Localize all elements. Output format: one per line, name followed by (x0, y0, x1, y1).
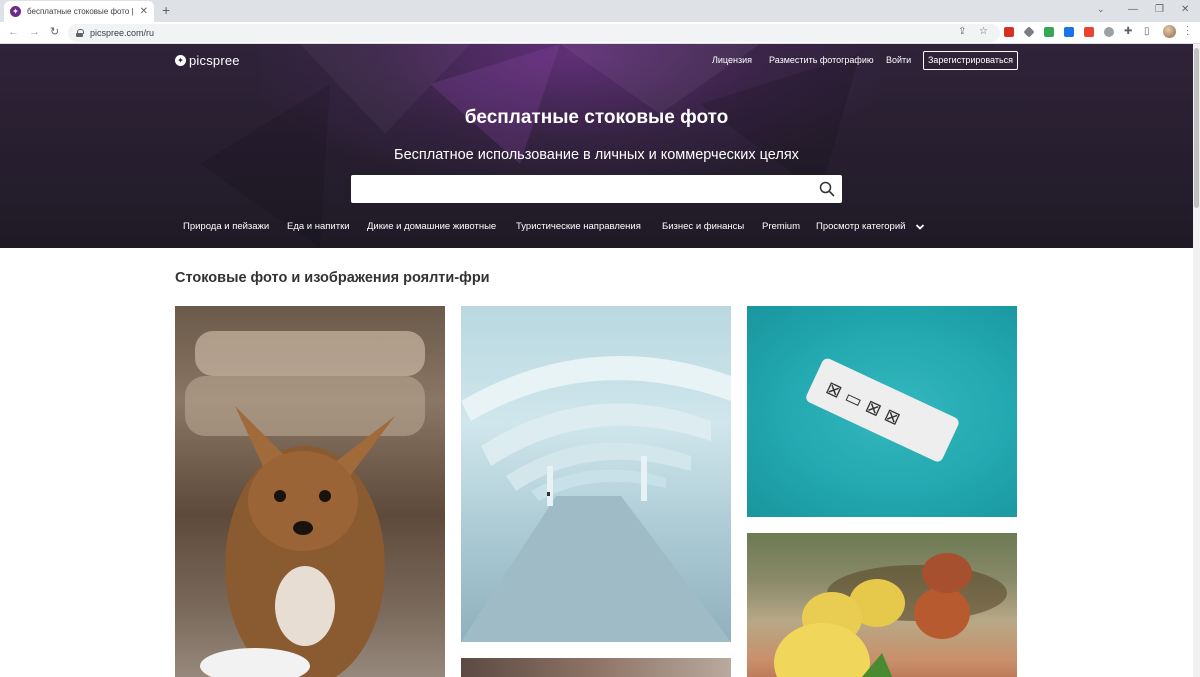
photo-chihuahua-puppy[interactable] (175, 306, 445, 677)
logo-text: picspree (189, 53, 240, 68)
hero-banner: ✦ picspree Лицензия Разместить фотографи… (0, 44, 1193, 248)
category-premium[interactable]: Premium (762, 221, 800, 232)
category-travel[interactable]: Туристические направления (516, 221, 641, 232)
picspree-logo[interactable]: ✦ picspree (175, 53, 240, 68)
category-food[interactable]: Еда и напитки (287, 221, 350, 232)
category-browse-all[interactable]: Просмотр категорий (816, 221, 905, 232)
search-box (351, 175, 842, 203)
page-scrollbar[interactable] (1193, 44, 1200, 677)
browser-menu-icon[interactable]: · · · (1186, 22, 1189, 40)
site-favicon-icon: ✦ (10, 6, 21, 17)
lock-icon (76, 29, 84, 37)
browser-toolbar: ← → ↻ picspree.com/ru ⇪ ☆ (0, 22, 1200, 44)
profile-avatar[interactable] (1163, 25, 1176, 38)
tab-title: бесплатные стоковые фото | сто (27, 7, 136, 16)
nav-license-link[interactable]: Лицензия (712, 55, 752, 65)
category-animals[interactable]: Дикие и домашние животные (367, 221, 496, 232)
category-nature[interactable]: Природа и пейзажи (183, 221, 269, 232)
hero-title: бесплатные стоковые фото (464, 107, 729, 128)
tab-search-chevron-icon[interactable]: ⌄ (1097, 4, 1105, 15)
reload-icon[interactable]: ↻ (50, 26, 59, 38)
search-input[interactable] (357, 179, 807, 199)
forward-icon[interactable]: → (29, 26, 40, 38)
extension-blue-icon[interactable] (1064, 27, 1074, 37)
side-panel-icon[interactable]: ▯ (1144, 26, 1150, 37)
photo-white-arches-corridor[interactable] (461, 306, 731, 642)
close-window-icon[interactable]: ✕ (1181, 4, 1189, 15)
extension-circle-icon[interactable] (1104, 27, 1114, 37)
photo-lemons-and-fruit[interactable] (747, 533, 1017, 677)
extension-red-icon[interactable] (1084, 27, 1094, 37)
page-viewport: ✦ picspree Лицензия Разместить фотографи… (0, 44, 1193, 677)
url-text: picspree.com/ru (90, 28, 155, 38)
nav-login-link[interactable]: Войти (886, 55, 911, 65)
restore-icon[interactable]: ❐ (1155, 4, 1164, 15)
logo-mark-icon: ✦ (175, 55, 186, 66)
new-tab-icon[interactable]: + (162, 3, 170, 17)
hero-subtitle: Бесплатное использование в личных и комм… (394, 147, 799, 163)
scrollbar-thumb[interactable] (1194, 48, 1199, 208)
search-icon[interactable] (819, 181, 835, 197)
browser-window: ✦ бесплатные стоковые фото | сто ✕ + ⌄ —… (0, 0, 1200, 677)
bookmark-star-icon[interactable]: ☆ (979, 26, 988, 37)
category-business[interactable]: Бизнес и финансы (662, 221, 744, 232)
hero-background-shapes (200, 44, 860, 248)
extensions-puzzle-icon[interactable]: ✚ (1124, 26, 1132, 37)
photo-partial-bottom[interactable] (461, 658, 731, 677)
nav-upload-link[interactable]: Разместить фотографию (769, 55, 874, 65)
browser-tab[interactable]: ✦ бесплатные стоковые фото | сто ✕ (4, 1, 154, 22)
gmail-extension-icon[interactable] (1004, 27, 1014, 37)
tab-strip: ✦ бесплатные стоковые фото | сто ✕ + ⌄ —… (0, 0, 1200, 22)
tab-close-icon[interactable]: ✕ (140, 6, 148, 17)
minimize-icon[interactable]: — (1128, 4, 1138, 15)
share-icon[interactable]: ⇪ (958, 26, 966, 37)
section-title: Стоковые фото и изображения роялти-фри (175, 270, 490, 286)
extension-green-icon[interactable] (1044, 27, 1054, 37)
address-bar[interactable]: picspree.com/ru (68, 24, 1000, 42)
signup-button[interactable]: Зарегистрироваться (923, 51, 1018, 70)
back-icon[interactable]: ← (8, 26, 19, 38)
chevron-down-icon[interactable] (915, 222, 925, 232)
photo-laundry-care-label[interactable]: ⊠ ▭ ⊠ ⊠ (747, 306, 1017, 517)
